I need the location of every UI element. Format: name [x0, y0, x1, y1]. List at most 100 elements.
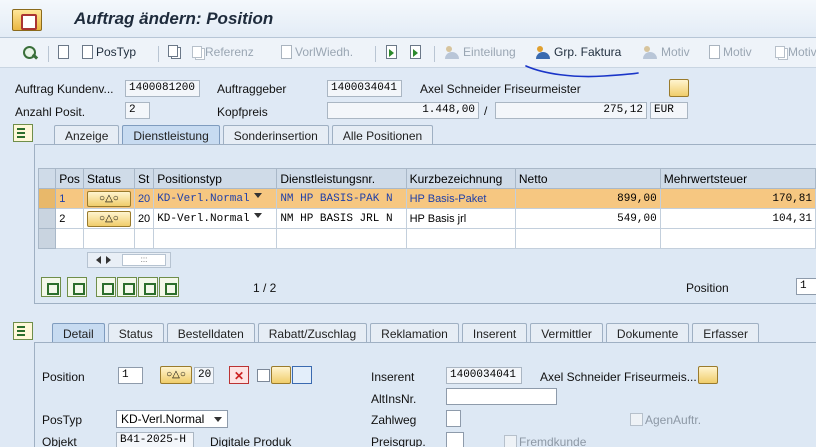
print-icon[interactable]: [67, 277, 87, 297]
auftraggeber-field[interactable]: 1400034041: [327, 80, 402, 97]
currency-field[interactable]: EUR: [650, 102, 688, 119]
column-header-kurzbezeichnung[interactable]: Kurzbezeichnung: [405, 168, 516, 189]
empty-cell[interactable]: [659, 228, 816, 249]
tab-alle-positionen[interactable]: Alle Positionen: [331, 125, 434, 144]
tab-list-icon[interactable]: [13, 124, 33, 142]
grp-faktura-button[interactable]: Grp. Faktura: [536, 45, 621, 59]
anzahl-field[interactable]: 2: [125, 102, 150, 119]
chevron-down-icon[interactable]: [214, 417, 222, 426]
column-header-positionstyp[interactable]: Positionstyp: [153, 168, 278, 189]
fremdkunde-checkbox[interactable]: [504, 435, 517, 447]
scroll-right-icon[interactable]: [106, 256, 115, 264]
chevron-down-icon[interactable]: [253, 213, 262, 222]
application-toolbar: PosTyp Referenz VorlWiedh. Einteilung Gr…: [0, 38, 816, 68]
empty-cell[interactable]: [514, 228, 661, 249]
scroll-left-icon[interactable]: [92, 256, 101, 264]
einteilung-button[interactable]: Einteilung: [445, 45, 516, 59]
postyp-button[interactable]: PosTyp: [82, 45, 136, 59]
tab-list-icon[interactable]: [13, 322, 33, 340]
kopfpreis-field[interactable]: 1.448,00: [327, 102, 479, 119]
table-row-empty[interactable]: [37, 228, 816, 249]
motiv-button-3[interactable]: Motiv: [775, 45, 816, 59]
auftrag-field[interactable]: 1400081200: [125, 80, 200, 97]
motiv-button-1[interactable]: Motiv: [643, 45, 690, 59]
position-checkbox[interactable]: [257, 369, 270, 382]
cell-positionstyp[interactable]: KD-Verl.Normal: [153, 188, 278, 209]
column-header-netto[interactable]: Netto: [514, 168, 661, 189]
table-row[interactable]: 2 ○△○ 20 KD-Verl.Normal NM HP BASIS JRL …: [37, 208, 816, 229]
tab-dienstleistung[interactable]: Dienstleistung: [122, 125, 220, 144]
referenz-button[interactable]: Referenz: [192, 45, 254, 59]
previous-page-icon[interactable]: [117, 277, 137, 297]
kopfpreis-second-field[interactable]: 275,12: [495, 102, 647, 119]
next-button[interactable]: [410, 45, 421, 59]
cell-status[interactable]: ○△○: [82, 208, 135, 229]
agenauftr-checkbox[interactable]: [630, 413, 643, 426]
copy-button[interactable]: [168, 45, 178, 57]
tab-dokumente[interactable]: Dokumente: [605, 323, 690, 342]
zahlweg-field[interactable]: [446, 410, 461, 427]
row-selector[interactable]: [37, 188, 57, 209]
new-document-button[interactable]: [58, 45, 69, 59]
preisgrup-field[interactable]: [446, 432, 464, 447]
tab-inserent[interactable]: Inserent: [461, 323, 528, 342]
column-header-status[interactable]: Status: [82, 168, 135, 189]
last-page-icon[interactable]: [159, 277, 179, 297]
delete-icon[interactable]: ✕: [229, 366, 249, 384]
info-icon[interactable]: [292, 366, 312, 384]
status-field[interactable]: 20: [194, 367, 214, 384]
row-selector[interactable]: [37, 208, 57, 229]
details-icon[interactable]: [41, 277, 61, 297]
tab-anzeige[interactable]: Anzeige: [54, 125, 120, 144]
vorlwiedh-button[interactable]: VorlWiedh.: [281, 45, 353, 59]
search-button[interactable]: [22, 45, 38, 61]
position-search-field[interactable]: 1: [796, 278, 816, 295]
inserent-field[interactable]: 1400034041: [446, 367, 522, 384]
tab-status[interactable]: Status: [107, 323, 164, 342]
empty-cell[interactable]: [82, 228, 135, 249]
edit-icon[interactable]: [271, 366, 291, 384]
next-page-icon[interactable]: [138, 277, 158, 297]
scroll-thumb[interactable]: :::: [122, 254, 166, 266]
tab-vermittler[interactable]: Vermittler: [530, 323, 603, 342]
tab-reklamation[interactable]: Reklamation: [370, 323, 459, 342]
empty-cell[interactable]: [133, 228, 155, 249]
empty-cell[interactable]: [153, 228, 278, 249]
empty-cell[interactable]: [55, 228, 84, 249]
objekt-field[interactable]: B41-2025-H: [116, 432, 194, 447]
status-button[interactable]: ○△○: [86, 190, 131, 207]
tab-rabatt-zuschlag[interactable]: Rabatt/Zuschlag: [257, 323, 368, 342]
row-selector[interactable]: [37, 228, 57, 249]
column-header-mehrwertsteuer[interactable]: Mehrwertsteuer: [659, 168, 816, 189]
empty-cell[interactable]: [405, 228, 516, 249]
cell-positionstyp[interactable]: KD-Verl.Normal: [153, 208, 278, 229]
tab-detail[interactable]: Detail: [52, 323, 105, 342]
status-icon-button[interactable]: ○△○: [160, 366, 192, 384]
first-page-icon[interactable]: [96, 277, 116, 297]
column-header-st[interactable]: St: [133, 168, 155, 189]
column-header-pos[interactable]: Pos: [55, 168, 84, 189]
altins-field[interactable]: [446, 388, 557, 405]
cell-dienstleistungsnr[interactable]: NM HP BASIS-PAK N: [276, 188, 407, 209]
tab-bestelldaten[interactable]: Bestelldaten: [166, 323, 255, 342]
tab-sonderinsertion[interactable]: Sonderinsertion: [222, 125, 329, 144]
row-selector-header[interactable]: [37, 168, 57, 189]
tab-erfasser[interactable]: Erfasser: [692, 323, 759, 342]
order-icon[interactable]: [12, 9, 42, 31]
partner-details-icon[interactable]: [669, 79, 689, 97]
cell-dienstleistungsnr[interactable]: NM HP BASIS JRL N: [276, 208, 407, 229]
motiv-button-2[interactable]: Motiv: [709, 45, 752, 59]
horizontal-scrollbar[interactable]: :::: [87, 252, 171, 268]
objekt-text: Digitale Produk: [210, 435, 292, 447]
grp-faktura-label: Grp. Faktura: [554, 45, 622, 59]
previous-button[interactable]: [386, 45, 397, 59]
partner-details-icon[interactable]: [698, 366, 718, 384]
table-row[interactable]: 1 ○△○ 20 KD-Verl.Normal NM HP BASIS-PAK …: [37, 188, 816, 209]
column-header-dienstleistungsnr[interactable]: Dienstleistungsnr.: [276, 168, 407, 189]
position-field[interactable]: 1: [118, 367, 143, 384]
cell-status[interactable]: ○△○: [82, 188, 135, 209]
chevron-down-icon[interactable]: [253, 193, 262, 202]
postyp-select[interactable]: KD-Verl.Normal: [116, 410, 228, 428]
status-button[interactable]: ○△○: [86, 210, 131, 227]
empty-cell[interactable]: [276, 228, 407, 249]
